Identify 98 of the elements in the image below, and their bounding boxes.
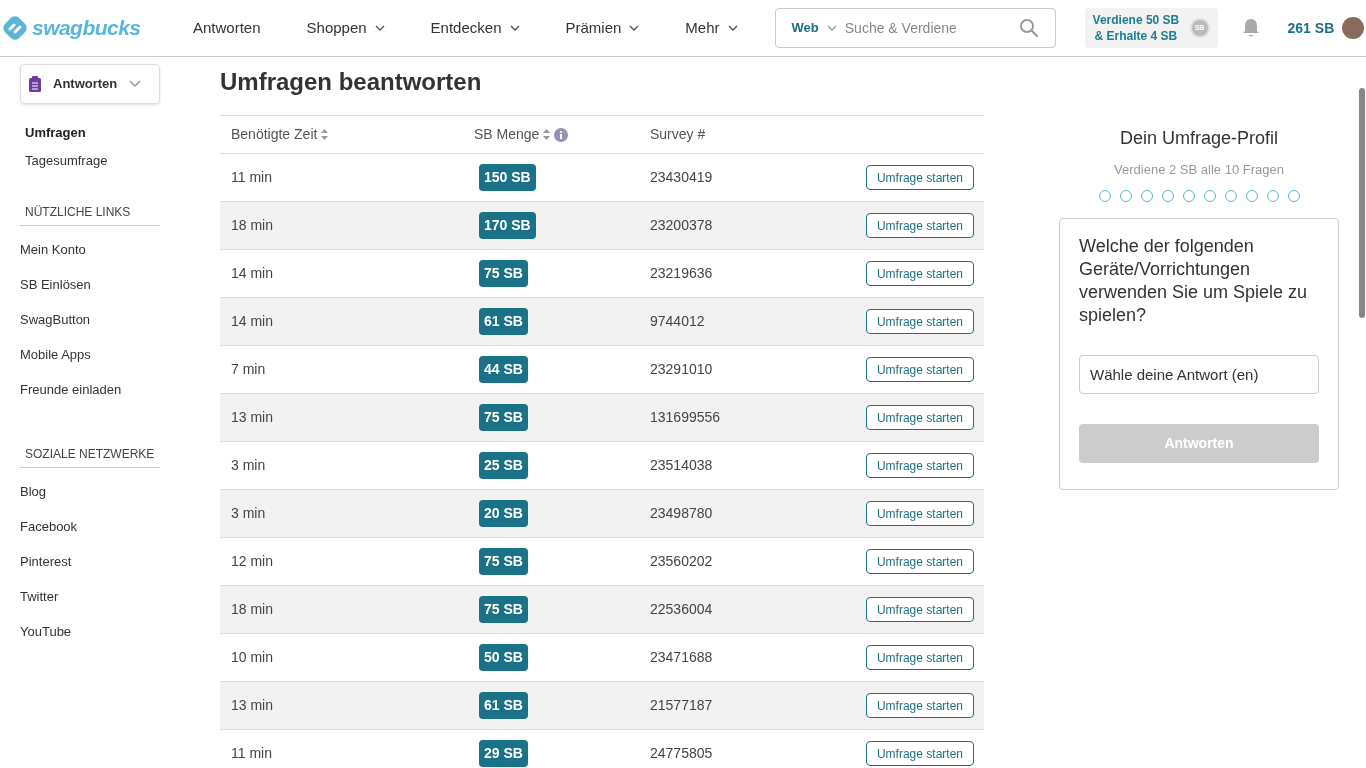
sb-amount-badge: 170 SB — [479, 212, 536, 239]
search-scope-dropdown[interactable]: Web — [791, 18, 837, 38]
nav-link[interactable]: Antworten — [174, 16, 280, 40]
column-header[interactable]: Benötigte Zeit — [231, 124, 329, 145]
search-icon[interactable] — [1018, 18, 1039, 38]
survey-number-cell: 23430419 — [650, 169, 713, 185]
time-cell: 11 min — [231, 169, 272, 185]
start-survey-button[interactable]: Umfrage starten — [865, 693, 974, 718]
start-survey-button[interactable]: Umfrage starten — [865, 597, 974, 622]
time-cell: 12 min — [231, 553, 274, 569]
chevron-icon — [826, 25, 837, 31]
chevron-icon — [509, 25, 520, 31]
nav-link[interactable]: Shoppen — [287, 16, 404, 40]
chevron-icon — [629, 25, 640, 31]
section-heading: SOZIALE NETZWERKE — [20, 445, 160, 468]
sb-amount-badge: 150 SB — [479, 164, 536, 191]
column-header[interactable]: Survey # — [650, 124, 706, 145]
promo-text: Verdiene 50 SB & Erhalte 4 SB — [1092, 12, 1180, 44]
time-cell: 13 min — [231, 697, 274, 713]
page-title: Umfragen beantworten — [220, 67, 483, 97]
chevron-icon — [374, 25, 385, 31]
sidebar-link[interactable]: Freunde einladen — [20, 380, 220, 399]
survey-number-cell: 23560202 — [650, 553, 713, 569]
sb-amount-badge: 25 SB — [479, 452, 528, 479]
sidebar-link[interactable]: Mein Konto — [20, 240, 220, 259]
answer-dropdown[interactable]: Wähle deine Antwort (en) — [1079, 354, 1319, 394]
section-heading: NÜTZLICHE LINKS — [20, 203, 160, 226]
start-survey-button[interactable]: Umfrage starten — [865, 453, 974, 478]
start-survey-button[interactable]: Umfrage starten — [865, 165, 974, 190]
start-survey-button[interactable]: Umfrage starten — [865, 357, 974, 382]
survey-number-cell: 9744012 — [650, 313, 705, 329]
time-cell: 18 min — [231, 217, 274, 233]
sort-icon[interactable] — [321, 129, 329, 140]
sb-amount-badge: 50 SB — [479, 644, 528, 671]
sidebar-link[interactable]: SB Einlösen — [20, 275, 220, 294]
sidebar-link[interactable]: Facebook — [20, 517, 220, 536]
survey-number-cell: 23219636 — [650, 265, 713, 281]
sb-amount-badge: 61 SB — [479, 692, 528, 719]
sb-amount-badge: 75 SB — [479, 548, 528, 575]
sort-icon[interactable] — [543, 129, 551, 140]
chevron-icon — [727, 25, 738, 31]
scrollbar[interactable] — [1359, 88, 1365, 318]
bell-icon[interactable] — [1241, 18, 1260, 38]
nav-link[interactable]: Entdecken — [411, 16, 539, 40]
time-cell: 7 min — [231, 361, 266, 377]
time-cell: 13 min — [231, 409, 274, 425]
profile-subtitle: Verdiene 2 SB alle 10 Fragen — [1114, 161, 1284, 179]
sb-amount-badge: 20 SB — [479, 500, 528, 527]
sidebar-item[interactable]: Umfragen — [25, 123, 220, 143]
sb-amount-badge: 75 SB — [479, 260, 528, 287]
time-cell: 18 min — [231, 601, 274, 617]
section-dropdown[interactable]: Antworten — [20, 64, 160, 104]
sb-amount-badge: 75 SB — [479, 596, 528, 623]
sb-balance[interactable]: 261 SB — [1287, 17, 1335, 39]
start-survey-button[interactable]: Umfrage starten — [865, 741, 974, 766]
start-survey-button[interactable]: Umfrage starten — [865, 213, 974, 238]
start-survey-button[interactable]: Umfrage starten — [865, 645, 974, 670]
nav-link[interactable]: Prämien — [546, 16, 659, 40]
sidebar-link[interactable]: SwagButton — [20, 310, 220, 329]
survey-number-cell: 21577187 — [650, 697, 713, 713]
search-field[interactable]: Web Suche & Verdiene — [774, 8, 1056, 48]
sidebar-link[interactable]: YouTube — [20, 622, 220, 641]
sidebar-link[interactable]: Mobile Apps — [20, 345, 220, 364]
survey-number-cell: 23200378 — [650, 217, 713, 233]
start-survey-button[interactable]: Umfrage starten — [865, 261, 974, 286]
sidebar-link[interactable]: Blog — [20, 482, 220, 501]
time-cell: 3 min — [231, 505, 266, 521]
sb-amount-badge: 29 SB — [479, 740, 528, 767]
start-survey-button[interactable]: Umfrage starten — [865, 309, 974, 334]
info-icon[interactable] — [554, 127, 569, 142]
survey-number-cell: 23291010 — [650, 361, 713, 377]
sb-amount-badge: 61 SB — [479, 308, 528, 335]
survey-number-cell: 23471688 — [650, 649, 713, 665]
nav-link[interactable]: Mehr — [666, 16, 757, 40]
start-survey-button[interactable]: Umfrage starten — [865, 549, 974, 574]
sidebar-item[interactable]: Tagesumfrage — [25, 150, 220, 170]
time-cell: 10 min — [231, 649, 274, 665]
survey-number-cell: 23514038 — [650, 457, 713, 473]
profile-title: Dein Umfrage-Profil — [1119, 127, 1278, 150]
time-cell: 11 min — [231, 745, 272, 761]
survey-number-cell: 24775805 — [650, 745, 713, 761]
column-header[interactable]: SB Menge — [474, 124, 569, 145]
sb-amount-badge: 75 SB — [479, 404, 528, 431]
sidebar-link[interactable]: Twitter — [20, 587, 220, 606]
survey-number-cell: 23498780 — [650, 505, 713, 521]
question-text: Welche der folgenden Geräte/Vorrichtungen verwenden Sie um Spiele zu spielen? — [1079, 234, 1309, 327]
time-cell: 14 min — [231, 313, 274, 329]
start-survey-button[interactable]: Umfrage starten — [865, 405, 974, 430]
time-cell: 14 min — [231, 265, 274, 281]
chevron-icon — [129, 80, 142, 88]
start-survey-button[interactable]: Umfrage starten — [865, 501, 974, 526]
clipboard-icon — [29, 76, 41, 92]
survey-number-cell: 22536004 — [650, 601, 713, 617]
sb-amount-badge: 44 SB — [479, 356, 528, 383]
sidebar-link[interactable]: Pinterest — [20, 552, 220, 571]
avatar[interactable] — [1342, 17, 1365, 39]
time-cell: 3 min — [231, 457, 266, 473]
survey-number-cell: 131699556 — [650, 409, 721, 425]
